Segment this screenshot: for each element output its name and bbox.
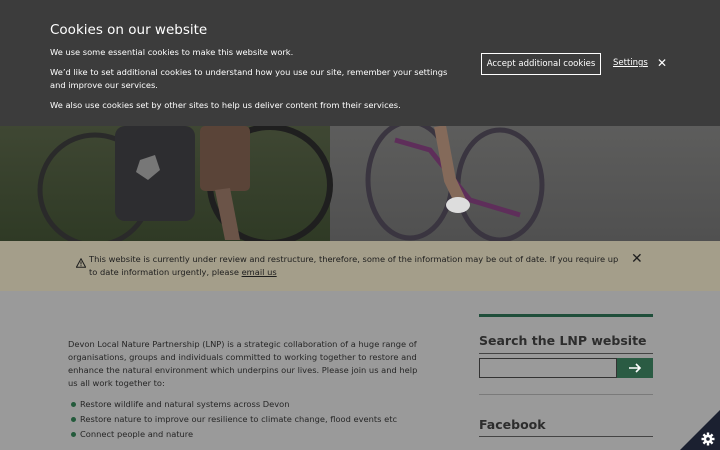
- close-notice-icon[interactable]: ✕: [631, 251, 643, 267]
- cookie-settings-link[interactable]: Settings: [613, 58, 648, 68]
- warning-icon: [76, 258, 86, 268]
- search-title-underline: [479, 353, 653, 354]
- gear-icon: [701, 432, 715, 446]
- cookie-banner: Cookies on our website We use some essen…: [0, 0, 720, 126]
- intro-section: Devon Local Nature Partnership (LNP) is …: [68, 338, 428, 443]
- cookie-settings-cog-button[interactable]: [680, 410, 720, 450]
- intro-paragraph: Devon Local Nature Partnership (LNP) is …: [68, 339, 418, 388]
- cookie-text-2: We’d like to set additional cookies to u…: [50, 67, 448, 90]
- notice-text: This website is currently under review a…: [89, 253, 619, 279]
- arrow-right-icon: [629, 363, 642, 373]
- goals-list: Restore wildlife and natural systems acr…: [68, 398, 428, 441]
- facebook-title-underline: [479, 436, 653, 437]
- notice-message: This website is currently under review a…: [89, 254, 619, 277]
- cookie-title: Cookies on our website: [50, 22, 208, 38]
- email-us-link[interactable]: email us: [242, 267, 277, 277]
- list-item: Connect people and nature: [68, 428, 428, 441]
- search-title: Search the LNP website: [479, 333, 647, 348]
- accept-cookies-button[interactable]: Accept additional cookies: [481, 53, 601, 75]
- search-submit-button[interactable]: [617, 358, 653, 378]
- list-item: Restore nature to improve our resilience…: [68, 413, 428, 426]
- sidebar-top-rule: [479, 314, 653, 317]
- sidebar-divider: [479, 394, 653, 395]
- review-notice-bar: This website is currently under review a…: [0, 241, 720, 291]
- search-input[interactable]: [479, 358, 617, 378]
- facebook-title: Facebook: [479, 417, 546, 432]
- list-item: Restore wildlife and natural systems acr…: [68, 398, 428, 411]
- cookie-text-1: We use some essential cookies to make th…: [50, 47, 294, 57]
- cookie-text-3: We also use cookies set by other sites t…: [50, 100, 401, 110]
- sidebar: Search the LNP website Facebook: [479, 314, 653, 437]
- search-form: [479, 358, 653, 378]
- close-icon[interactable]: ✕: [657, 56, 667, 70]
